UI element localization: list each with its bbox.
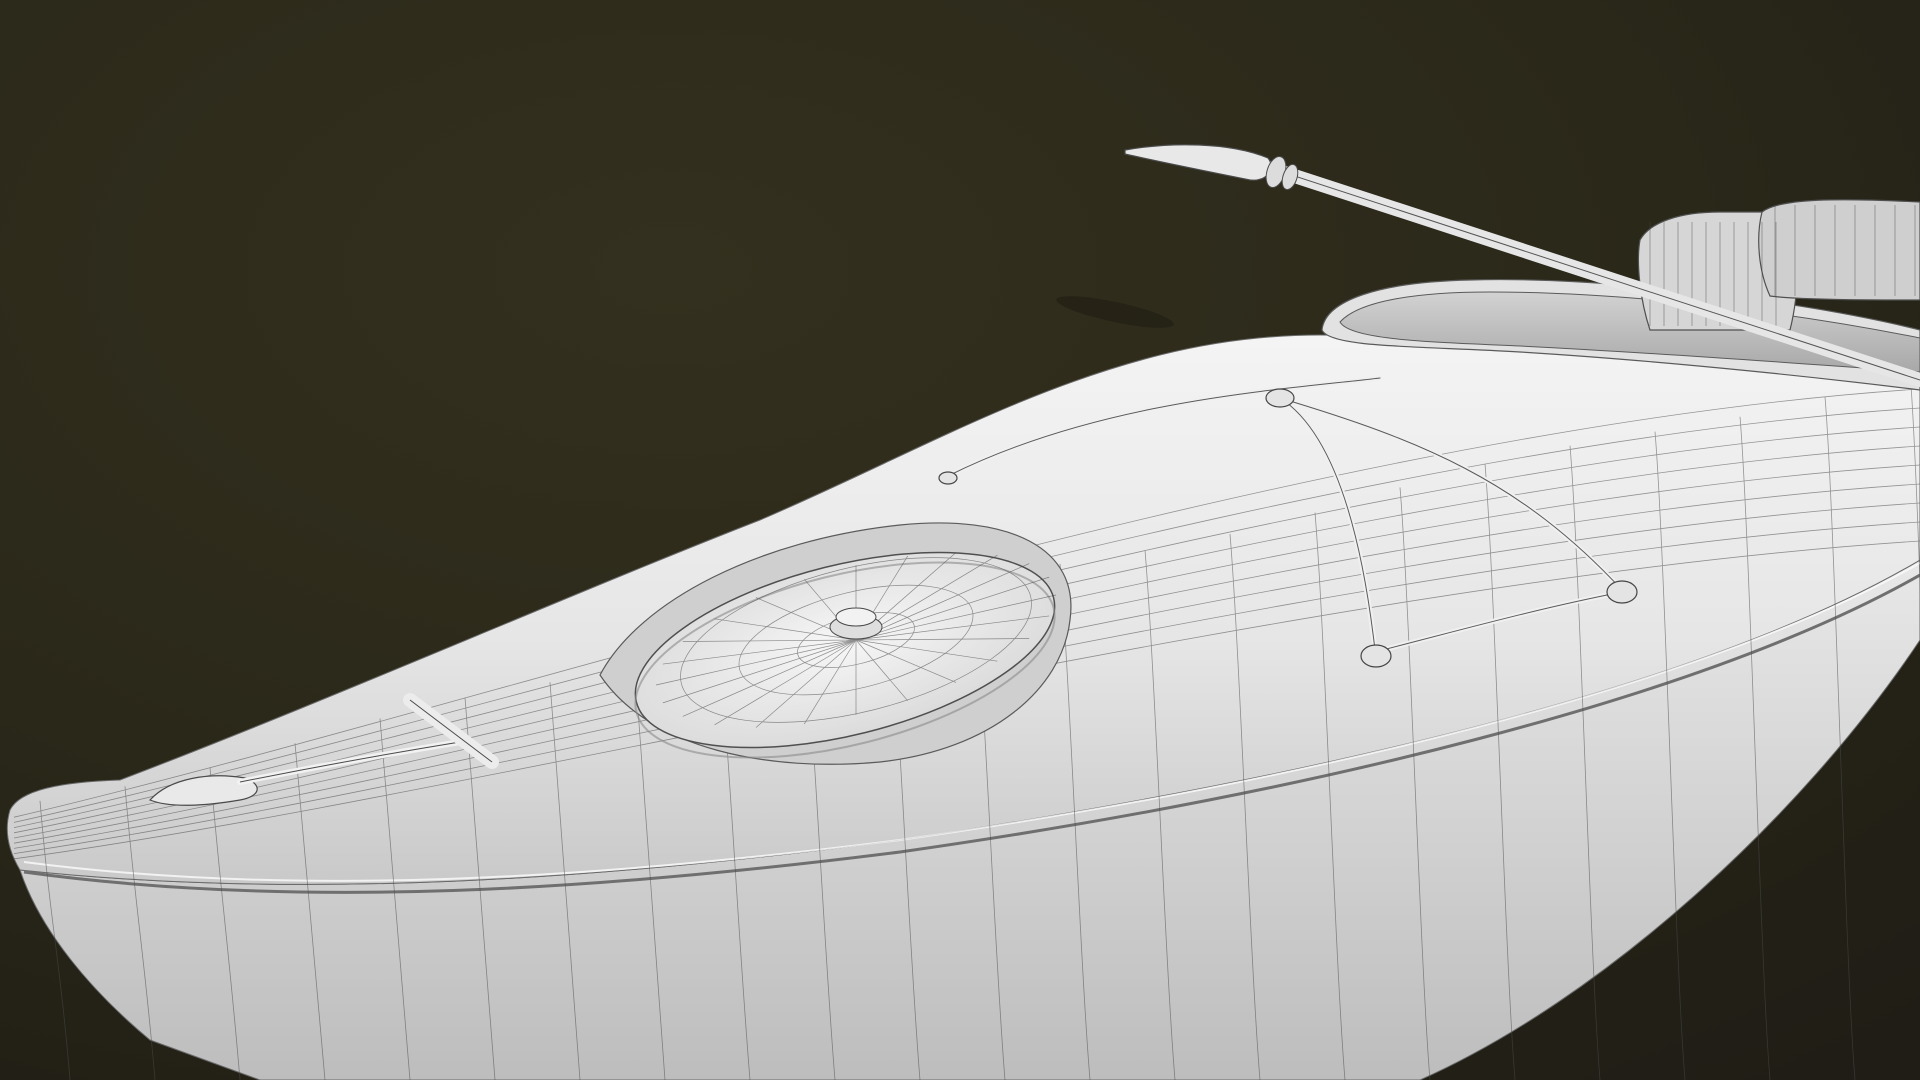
deck-fitting: [1606, 580, 1638, 604]
render-viewport: [0, 0, 1920, 1080]
deck-fitting: [1265, 388, 1295, 408]
kayak-render-scene: [0, 0, 1920, 1080]
deck-fitting: [1360, 644, 1392, 668]
kayak-seat-pad: [1758, 199, 1920, 301]
hatch-knob-top: [835, 607, 877, 627]
deck-fitting: [938, 471, 958, 485]
